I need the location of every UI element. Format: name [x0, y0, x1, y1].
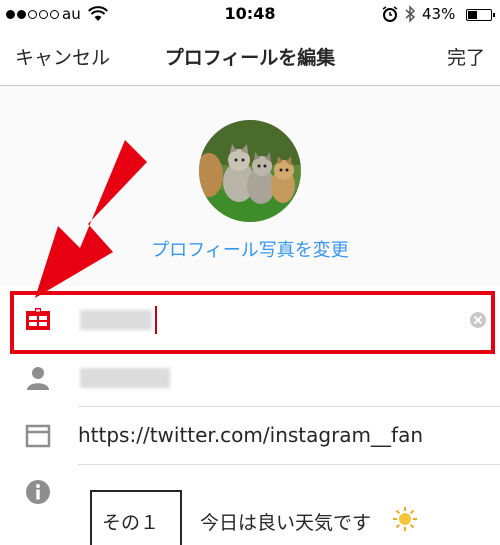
battery-icon	[466, 9, 495, 21]
alarm-clock-icon	[382, 6, 398, 22]
username-value-redacted[interactable]	[80, 368, 170, 388]
sun-icon	[393, 507, 417, 531]
bluetooth-icon	[405, 5, 416, 23]
red-arrow-annotation	[35, 140, 147, 298]
browser-window-icon	[25, 424, 51, 448]
battery-percent: 43%	[422, 5, 456, 23]
bio-field-row[interactable]: その１ 今日は良い天気です	[0, 465, 500, 545]
page-title: プロフィールを編集	[164, 47, 336, 69]
person-icon	[27, 367, 49, 390]
website-input[interactable]: https://twitter.com/instagram__fan	[78, 423, 423, 447]
navigation-bar: キャンセル プロフィールを編集 完了	[0, 30, 500, 86]
bio-box-label: その１	[102, 512, 160, 534]
bio-text[interactable]: 今日は良い天気です	[200, 508, 371, 535]
info-icon	[26, 480, 50, 504]
username-field-row[interactable]	[0, 349, 500, 407]
done-button[interactable]: 完了	[447, 43, 485, 70]
avatar[interactable]	[199, 120, 301, 222]
bio-section-box: その１	[90, 490, 182, 545]
status-bar: au 10:48 43%	[0, 0, 500, 30]
website-field-row[interactable]: https://twitter.com/instagram__fan	[0, 407, 500, 465]
kittens-photo	[199, 120, 301, 222]
